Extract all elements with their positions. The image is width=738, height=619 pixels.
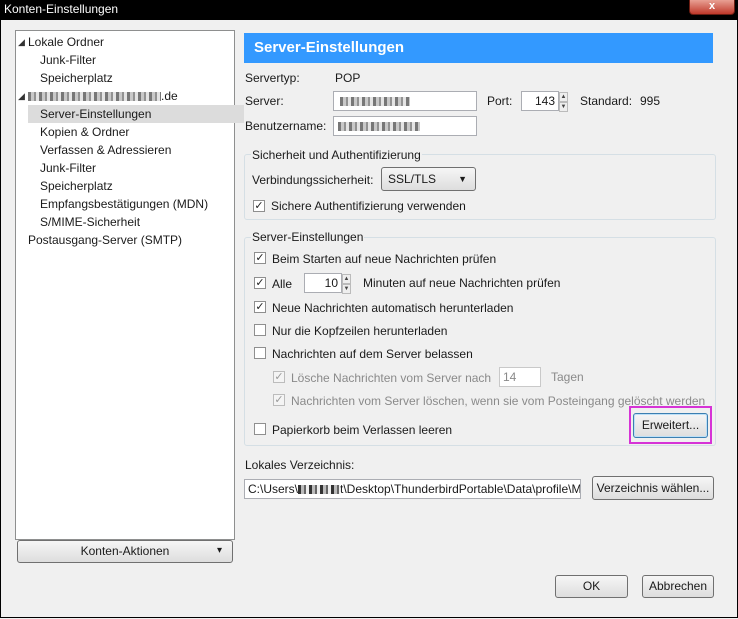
tree-item-label: Speicherplatz xyxy=(40,179,113,193)
path-end: t\Desktop\ThunderbirdPortable\Data\profi… xyxy=(340,482,581,496)
port-label: Port: xyxy=(487,94,513,108)
tree-item-label: Kopien & Ordner xyxy=(40,125,130,139)
servertyp-label: Servertyp: xyxy=(245,71,300,85)
papierkorb-label: Papierkorb beim Verlassen leeren xyxy=(272,423,453,437)
security-legend: Sicherheit und Authentifizierung xyxy=(251,148,422,162)
spin-up-icon[interactable]: ▲ xyxy=(342,274,351,284)
minutes-spinner[interactable]: ▲ ▼ xyxy=(342,274,351,294)
belassen-checkbox[interactable] xyxy=(254,347,266,359)
verbindung-label: Verbindungssicherheit: xyxy=(252,173,374,187)
path-start: C:\Users\ xyxy=(248,482,299,496)
nur-kopfzeilen-checkbox[interactable] xyxy=(254,324,266,336)
beim-starten-label: Beim Starten auf neue Nachrichten prüfen xyxy=(272,252,497,266)
tree-item-label: Server-Einstellungen xyxy=(40,107,152,121)
tree-item-speicherplatz-2[interactable]: Speicherplatz xyxy=(40,177,113,195)
servertyp-value: POP xyxy=(335,71,361,85)
spin-down-icon[interactable]: ▼ xyxy=(559,102,568,112)
tree-item-junk-filter[interactable]: Junk-Filter xyxy=(40,51,96,69)
papierkorb-checkbox[interactable] xyxy=(254,423,266,435)
belassen-label: Nachrichten auf dem Server belassen xyxy=(272,347,473,361)
standard-label: Standard: xyxy=(580,94,633,108)
window-title-bar: Konten-Einstellungen x xyxy=(0,0,738,20)
sichere-auth-checkbox[interactable]: ✓ xyxy=(253,200,265,212)
spin-up-icon[interactable]: ▲ xyxy=(559,92,568,102)
tree-item-label: Postausgang-Server (SMTP) xyxy=(28,233,183,247)
tree-item-speicherplatz[interactable]: Speicherplatz xyxy=(40,69,113,87)
tree-item-smime[interactable]: S/MIME-Sicherheit xyxy=(40,213,140,231)
neue-nachrichten-checkbox[interactable]: ✓ xyxy=(254,301,266,313)
tree-item-label: Junk-Filter xyxy=(40,161,97,175)
loesche-days-input[interactable]: 14 xyxy=(499,367,541,387)
tree-item-label: S/MIME-Sicherheit xyxy=(40,215,141,229)
tree-item-kopien-ordner[interactable]: Kopien & Ordner xyxy=(40,123,129,141)
sichere-auth-label: Sichere Authentifizierung verwenden xyxy=(271,199,466,213)
minuten-label: Minuten auf neue Nachrichten prüfen xyxy=(363,276,561,290)
page-title: Server-Einstellungen xyxy=(244,33,713,63)
beim-starten-checkbox[interactable]: ✓ xyxy=(254,252,266,264)
tree-item-label: Junk-Filter xyxy=(40,53,97,67)
tree-item-label: Speicherplatz xyxy=(40,71,113,85)
verbindung-select[interactable]: SSL/TLS ▼ xyxy=(381,167,476,191)
loesche-label: Lösche Nachrichten vom Server nach xyxy=(291,371,492,385)
cancel-button[interactable]: Abbrechen xyxy=(642,575,714,598)
loesche-checkbox[interactable]: ✓ xyxy=(273,371,285,383)
server-input[interactable] xyxy=(333,91,477,111)
benutzername-label: Benutzername: xyxy=(245,119,327,133)
lokales-verzeichnis-input[interactable]: C:\Users\ t\Desktop\ThunderbirdPortable\D… xyxy=(244,479,581,499)
window-title: Konten-Einstellungen xyxy=(4,2,119,16)
tree-item-junk-filter-2[interactable]: Junk-Filter xyxy=(40,159,96,177)
standard-value: 995 xyxy=(640,94,661,108)
tree-item-mdn[interactable]: Empfangsbestätigungen (MDN) xyxy=(40,195,208,213)
spin-down-icon[interactable]: ▼ xyxy=(342,284,351,294)
tree-item-smtp[interactable]: Postausgang-Server (SMTP) xyxy=(28,231,182,249)
dropdown-arrow-icon: ▾ xyxy=(216,545,222,556)
verzeichnis-waehlen-button[interactable]: Verzeichnis wählen... xyxy=(592,476,714,500)
server-label: Server: xyxy=(245,94,284,108)
expand-twisty-icon[interactable]: ◢ xyxy=(18,87,25,105)
verbindung-value: SSL/TLS xyxy=(388,172,437,186)
tree-item-server-einstellungen[interactable]: Server-Einstellungen xyxy=(28,105,244,123)
redacted-username xyxy=(338,122,420,131)
tree-item-label: Lokale Ordner xyxy=(28,35,105,49)
port-input[interactable]: 143 xyxy=(521,91,559,111)
tree-item-label: Empfangsbestätigungen (MDN) xyxy=(40,197,209,211)
alle-minutes-input[interactable]: 10 xyxy=(304,273,342,293)
alle-label: Alle xyxy=(272,277,293,291)
redacted-server xyxy=(340,97,410,106)
tagen-label: Tagen xyxy=(551,370,584,384)
redacted-account-name xyxy=(28,92,161,101)
tree-item-account[interactable]: ◢ .de xyxy=(18,87,208,105)
port-spinner[interactable]: ▲ ▼ xyxy=(559,92,568,112)
expand-twisty-icon[interactable]: ◢ xyxy=(18,33,25,51)
alle-checkbox[interactable]: ✓ xyxy=(254,277,266,289)
konten-aktionen-label: Konten-Aktionen xyxy=(80,544,170,558)
tree-item-label: .de xyxy=(161,89,178,103)
benutzername-input[interactable] xyxy=(333,116,477,136)
konten-aktionen-button[interactable]: Konten-Aktionen ▾ xyxy=(17,540,233,563)
erweitert-button[interactable]: Erweitert... xyxy=(633,413,708,438)
redacted-username xyxy=(298,485,341,495)
nur-kopfzeilen-label: Nur die Kopfzeilen herunterladen xyxy=(272,324,448,338)
server-settings-legend: Server-Einstellungen xyxy=(251,230,365,244)
ok-button[interactable]: OK xyxy=(555,575,628,598)
dropdown-arrow-icon: ▼ xyxy=(458,174,467,184)
nachrichten-loeschen-checkbox[interactable]: ✓ xyxy=(273,394,285,406)
tree-item-verfassen[interactable]: Verfassen & Adressieren xyxy=(40,141,171,159)
account-tree[interactable]: ◢ Lokale Ordner Junk-Filter Speicherplat… xyxy=(15,30,244,540)
tree-item-label: Verfassen & Adressieren xyxy=(40,143,172,157)
lokales-verzeichnis-label: Lokales Verzeichnis: xyxy=(245,458,355,472)
neue-nachrichten-label: Neue Nachrichten automatisch herunterlad… xyxy=(272,301,514,315)
close-button[interactable]: x xyxy=(689,0,735,15)
